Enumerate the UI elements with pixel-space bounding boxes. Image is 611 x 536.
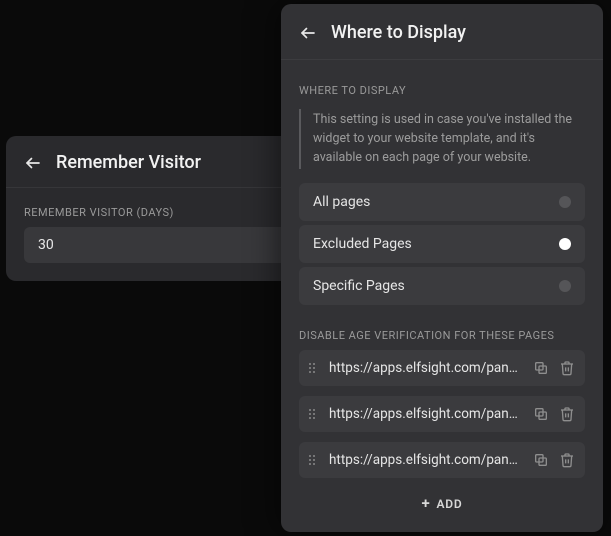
- days-input[interactable]: 30: [24, 227, 308, 263]
- option-label: Excluded Pages: [313, 236, 412, 252]
- copy-icon[interactable]: [533, 452, 549, 468]
- radio-indicator: [559, 196, 571, 208]
- panel-title: Where to Display: [331, 22, 466, 43]
- where-to-display-panel: Where to Display WHERE TO DISPLAY This s…: [281, 4, 603, 532]
- option-specific-pages[interactable]: Specific Pages: [299, 267, 585, 305]
- url-text[interactable]: https://apps.elfsight.com/panel…: [329, 360, 523, 376]
- trash-icon[interactable]: [559, 452, 575, 468]
- add-button[interactable]: + ADD: [409, 490, 474, 517]
- back-arrow-icon[interactable]: [24, 154, 42, 172]
- excluded-url-list: https://apps.elfsight.com/panel… https:/…: [281, 350, 603, 478]
- copy-icon[interactable]: [533, 406, 549, 422]
- panel-header: Where to Display: [281, 4, 603, 60]
- drag-handle-icon[interactable]: [309, 409, 319, 419]
- option-all-pages[interactable]: All pages: [299, 183, 585, 221]
- remember-visitor-panel: Remember Visitor REMEMBER VISITOR (DAYS)…: [6, 136, 326, 281]
- radio-indicator: [559, 238, 571, 250]
- option-label: Specific Pages: [313, 278, 405, 294]
- section-label: WHERE TO DISPLAY: [281, 60, 603, 105]
- field-label: REMEMBER VISITOR (DAYS): [6, 188, 326, 227]
- copy-icon[interactable]: [533, 360, 549, 376]
- display-options-group: All pages Excluded Pages Specific Pages: [281, 183, 603, 305]
- url-row: https://apps.elfsight.com/panel…: [299, 396, 585, 432]
- url-row: https://apps.elfsight.com/panel…: [299, 350, 585, 386]
- panel-title: Remember Visitor: [56, 152, 201, 173]
- drag-handle-icon[interactable]: [309, 363, 319, 373]
- trash-icon[interactable]: [559, 360, 575, 376]
- panel-header: Remember Visitor: [6, 136, 326, 188]
- url-row: https://apps.elfsight.com/panel…: [299, 442, 585, 478]
- option-excluded-pages[interactable]: Excluded Pages: [299, 225, 585, 263]
- option-label: All pages: [313, 194, 370, 210]
- drag-handle-icon[interactable]: [309, 455, 319, 465]
- plus-icon: +: [421, 496, 430, 511]
- disable-section-label: DISABLE AGE VERIFICATION FOR THESE PAGES: [281, 305, 603, 350]
- trash-icon[interactable]: [559, 406, 575, 422]
- help-text: This setting is used in case you've inst…: [299, 109, 585, 169]
- url-text[interactable]: https://apps.elfsight.com/panel…: [329, 406, 523, 422]
- radio-indicator: [559, 280, 571, 292]
- add-label: ADD: [437, 497, 463, 511]
- url-text[interactable]: https://apps.elfsight.com/panel…: [329, 452, 523, 468]
- back-arrow-icon[interactable]: [299, 24, 317, 42]
